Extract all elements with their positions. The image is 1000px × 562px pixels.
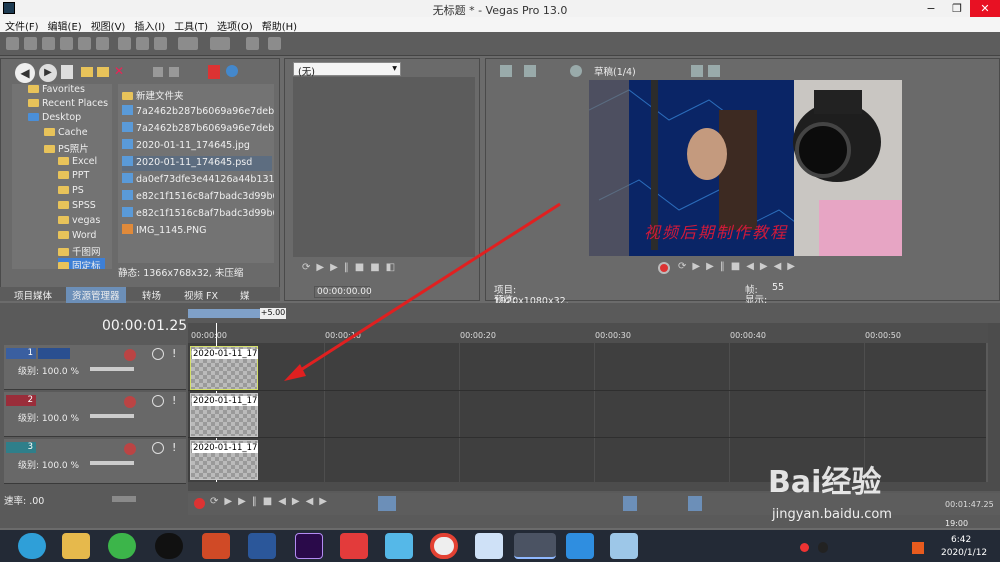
app-blue-icon[interactable] xyxy=(385,533,413,559)
file-explorer-icon[interactable] xyxy=(62,533,90,559)
clock-date: 2020/1/12 xyxy=(941,548,988,558)
chrome-icon[interactable] xyxy=(430,533,458,559)
wechat-icon[interactable] xyxy=(108,533,136,559)
word-icon[interactable] xyxy=(248,533,276,559)
qq-tray-icon[interactable] xyxy=(818,542,828,553)
vegas-window: 无标题 * - Vegas Pro 13.0 − ❐ ✕ 文件(F) 编辑(E) 视… xyxy=(0,0,1000,562)
tray-icon[interactable] xyxy=(800,543,809,552)
app-tablet-icon[interactable] xyxy=(566,533,594,559)
system-tray[interactable] xyxy=(800,541,940,555)
powerpoint-icon[interactable] xyxy=(202,533,230,559)
annotation-arrow xyxy=(284,202,561,381)
app-bird-icon[interactable] xyxy=(475,533,503,559)
app-eraser-icon[interactable] xyxy=(610,533,638,559)
ime-icon[interactable] xyxy=(912,542,924,554)
premiere-icon[interactable] xyxy=(295,533,323,559)
qq-icon[interactable] xyxy=(155,533,183,559)
vegas-task-icon[interactable] xyxy=(514,533,556,559)
app-red-icon[interactable] xyxy=(340,533,368,559)
clock-time: 6:42 xyxy=(951,535,972,545)
browser-icon[interactable] xyxy=(18,533,46,559)
